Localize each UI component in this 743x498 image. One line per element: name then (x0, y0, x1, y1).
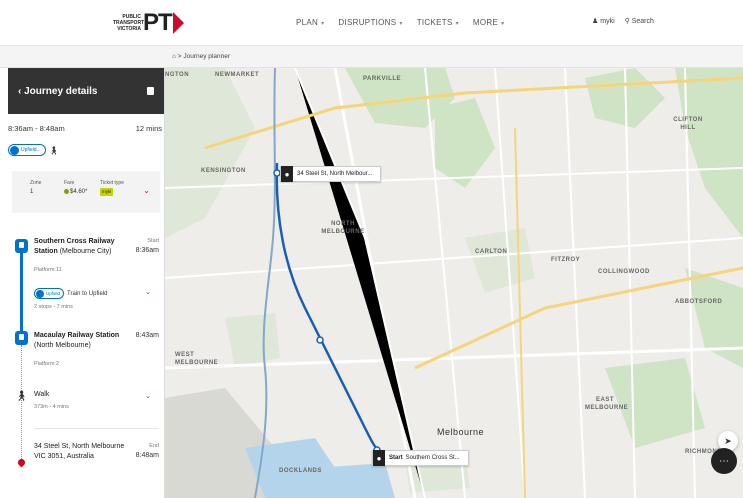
destination-address[interactable]: 34 Steel St, North Melbourne VIC 3051, Au… (34, 442, 134, 462)
train-icon (10, 145, 19, 155)
map-pin-icon: ● (373, 450, 385, 466)
chevron-down-icon: ▾ (501, 21, 505, 27)
breadcrumb-bar: ⌂ > Journey planner (0, 46, 743, 68)
breadcrumb: ⌂ > Journey planner (172, 53, 230, 60)
navigation-arrow-icon: ➤ (724, 435, 732, 446)
chat-icon: ⋯ (719, 455, 729, 467)
user-area: ♟ myki ⚲ Search (592, 17, 654, 25)
logo-chevron-icon (172, 12, 184, 34)
start-time: Start 8:36am (135, 238, 159, 254)
train-mode-pill[interactable]: Upfield... (8, 144, 46, 156)
nav-more[interactable]: MORE ▾ (473, 18, 505, 27)
user-icon: ♟ (592, 18, 599, 25)
print-icon[interactable] (147, 87, 154, 95)
map-label: PARKVILLE (363, 76, 402, 82)
stop-southern-cross[interactable]: Southern Cross Railway Station (Melbourn… (34, 237, 124, 257)
destination-tooltip[interactable]: ● 34 Steel St, North Melbour... (280, 166, 382, 182)
map-label: Melbourne (437, 427, 485, 437)
ticket-col: Ticket type myki (100, 180, 124, 196)
fare-box[interactable]: Zone 1 Fare $4.60* Ticket type myki ⌄ (12, 171, 160, 213)
nav-disruptions[interactable]: DISRUPTIONS ▾ (338, 18, 402, 27)
platform-label: Platform 2 (34, 361, 60, 367)
logo-pt: PT (143, 9, 173, 36)
destination-pin-icon (16, 457, 27, 468)
search-icon: ⚲ (624, 18, 630, 25)
map-label: KENSINGTON (201, 168, 246, 174)
walk-summary: 373m - 4 mins (34, 404, 69, 410)
mode-summary: Upfield... 🚶︎ (8, 144, 164, 156)
nav-plan[interactable]: PLAN ▾ (296, 18, 324, 27)
nav-tickets[interactable]: TICKETS ▾ (417, 18, 459, 27)
myki-link[interactable]: ♟ myki (592, 17, 615, 25)
map-label: NGTON (165, 72, 190, 78)
map-label: CARLTON (475, 249, 508, 255)
map-label: NORTH MELBOURNE (321, 221, 365, 235)
breadcrumb-current[interactable]: Journey planner (183, 53, 230, 60)
map-label: WEST MELBOURNE (175, 352, 219, 366)
chat-button[interactable]: ⋯ (711, 448, 737, 474)
chevron-down-icon: ▾ (399, 21, 403, 27)
chevron-down-icon[interactable]: ⌄ (145, 392, 151, 400)
search-link[interactable]: ⚲ Search (625, 17, 654, 25)
divider (34, 428, 159, 429)
end-time: End 8:48am (135, 443, 159, 459)
logo-text: PUBLIC TRANSPORT VICTORIA (113, 14, 145, 32)
walk-icon: 🚶︎ (15, 391, 28, 402)
train-station-icon (15, 239, 28, 253)
chevron-down-icon: ▾ (455, 21, 459, 27)
map-pin-icon: ● (281, 166, 293, 182)
route-line (20, 239, 23, 343)
zone-col: Zone 1 (30, 180, 42, 195)
map-label: FITZROY (551, 257, 581, 263)
walk-label[interactable]: Walk (34, 390, 124, 400)
upfield-pill: Upfield (34, 288, 65, 299)
fare-col: Fare $4.60* (64, 180, 88, 195)
ptv-logo[interactable]: PUBLIC TRANSPORT VICTORIA PT (113, 8, 184, 38)
top-bar: PUBLIC TRANSPORT VICTORIA PT PLAN ▾ DISRUPT… (0, 0, 743, 46)
map-label: COLLINGWOOD (598, 269, 650, 275)
fare-icon (64, 188, 69, 194)
train-leg[interactable]: Upfield Train to Upfield (34, 288, 107, 299)
map-label: CLIFTON HILL (673, 117, 703, 131)
leg-summary: 2 stops - 7 mins (34, 304, 73, 310)
map-view[interactable]: NGTON NEWMARKET PARKVILLE KENSINGTON NOR… (165, 68, 743, 498)
map-label: ABBOTSFORD (675, 299, 723, 305)
panel-header: ‹ Journey details (8, 68, 164, 114)
chevron-down-icon[interactable]: ⌄ (143, 186, 150, 195)
stop-macaulay[interactable]: Macaulay Railway Station (North Melbourne… (34, 331, 124, 351)
main-nav: PLAN ▾ DISRUPTIONS ▾ TICKETS ▾ MORE ▾ (296, 18, 504, 27)
walk-line (21, 345, 22, 463)
back-button[interactable]: ‹ Journey details (18, 86, 97, 97)
home-icon[interactable]: ⌂ (172, 53, 176, 60)
platform-label: Platform 11 (34, 267, 62, 273)
walk-icon: 🚶︎ (48, 145, 59, 155)
map-label: DOCKLANDS (279, 468, 322, 474)
chevron-down-icon: ▾ (321, 21, 325, 27)
stop-time: 8:43am (135, 332, 159, 339)
time-summary: 8:36am - 8:48am 12 mins (8, 124, 162, 133)
chevron-down-icon[interactable]: ⌄ (145, 288, 151, 296)
train-station-icon (15, 331, 28, 345)
map-label: NEWMARKET (215, 72, 260, 78)
start-tooltip[interactable]: ● Start Southern Cross St... (372, 450, 469, 466)
journey-panel: ‹ Journey details 8:36am - 8:48am 12 min… (8, 68, 165, 498)
map-label: EAST MELBOURNE (585, 397, 629, 411)
